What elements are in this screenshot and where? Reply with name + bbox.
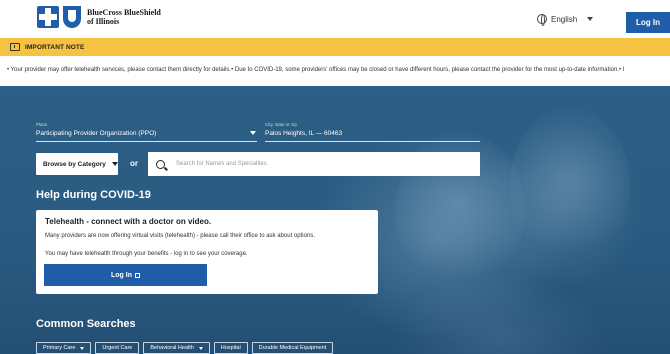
hero-photo-person	[510, 106, 630, 266]
header-login-button[interactable]: Log In	[626, 12, 670, 33]
message-icon	[10, 43, 20, 51]
chip-label: Behavioral Health	[150, 345, 194, 351]
chip-label: Durable Medical Equipment	[258, 345, 327, 351]
search-icon	[156, 159, 165, 169]
city-input[interactable]: Palos Heights, IL — 60463	[265, 130, 342, 137]
card-text: You may have telehealth through your ben…	[45, 251, 248, 257]
chevron-down-icon	[198, 346, 203, 350]
plans-label: Plans	[36, 122, 48, 127]
search-placeholder: Search for Names and Specialties	[176, 161, 267, 167]
language-label: English	[551, 14, 578, 24]
logo-line1: BlueCross BlueShield	[87, 8, 161, 17]
note-ticker: • Your provider may offer telehealth ser…	[0, 56, 670, 86]
city-label: City, state or zip	[265, 122, 297, 127]
chevron-down-icon[interactable]	[250, 131, 256, 135]
or-label: or	[130, 159, 138, 168]
chip-label: Urgent Care	[102, 345, 133, 351]
card-title: Telehealth - connect with a doctor on vi…	[45, 217, 212, 226]
external-link-icon	[135, 272, 140, 278]
chip-label: Primary Care	[43, 345, 76, 351]
telehealth-card: Telehealth - connect with a doctor on vi…	[36, 210, 378, 294]
chip-durable-medical-equipment[interactable]: Durable Medical Equipment	[251, 342, 334, 354]
language-selector[interactable]: English	[537, 14, 594, 26]
chip-urgent-care[interactable]: Urgent Care	[95, 342, 140, 354]
shield-icon	[63, 6, 81, 28]
chip-label: Hospital	[220, 345, 241, 351]
chevron-down-icon	[111, 162, 118, 166]
important-note-title: IMPORTANT NOTE	[25, 43, 85, 51]
globe-icon	[537, 14, 547, 26]
logo-line2: of Illinois	[87, 17, 120, 26]
chevron-down-icon	[587, 17, 594, 21]
plans-select[interactable]: Participating Provider Organization (PPO…	[36, 130, 156, 137]
city-underline	[265, 141, 480, 142]
logo-text: BlueCross BlueShield of Illinois	[87, 8, 161, 26]
chip-primary-care[interactable]: Primary Care	[36, 342, 92, 354]
card-text: Many providers are now offering virtual …	[45, 233, 315, 239]
card-login-button[interactable]: Log In	[44, 264, 207, 286]
chevron-down-icon	[80, 346, 85, 350]
cross-icon	[37, 6, 59, 28]
bcbs-logo[interactable]: BlueCross BlueShield of Illinois	[37, 6, 161, 28]
covid-heading: Help during COVID-19	[36, 189, 151, 201]
plans-underline	[36, 141, 257, 142]
browse-label: Browse by Category	[43, 160, 106, 168]
chip-hospital[interactable]: Hospital	[213, 342, 248, 354]
card-login-label: Log In	[111, 271, 132, 279]
common-searches-heading: Common Searches	[36, 318, 136, 330]
important-note-bar[interactable]: IMPORTANT NOTE	[0, 38, 670, 56]
search-input[interactable]: Search for Names and Specialties	[148, 152, 480, 176]
browse-by-category-button[interactable]: Browse by Category	[36, 153, 118, 175]
site-header: BlueCross BlueShield of Illinois English…	[0, 0, 670, 38]
chip-behavioral-health[interactable]: Behavioral Health	[143, 342, 210, 354]
common-searches-list: Primary Care Urgent Care Behavioral Heal…	[36, 342, 334, 354]
